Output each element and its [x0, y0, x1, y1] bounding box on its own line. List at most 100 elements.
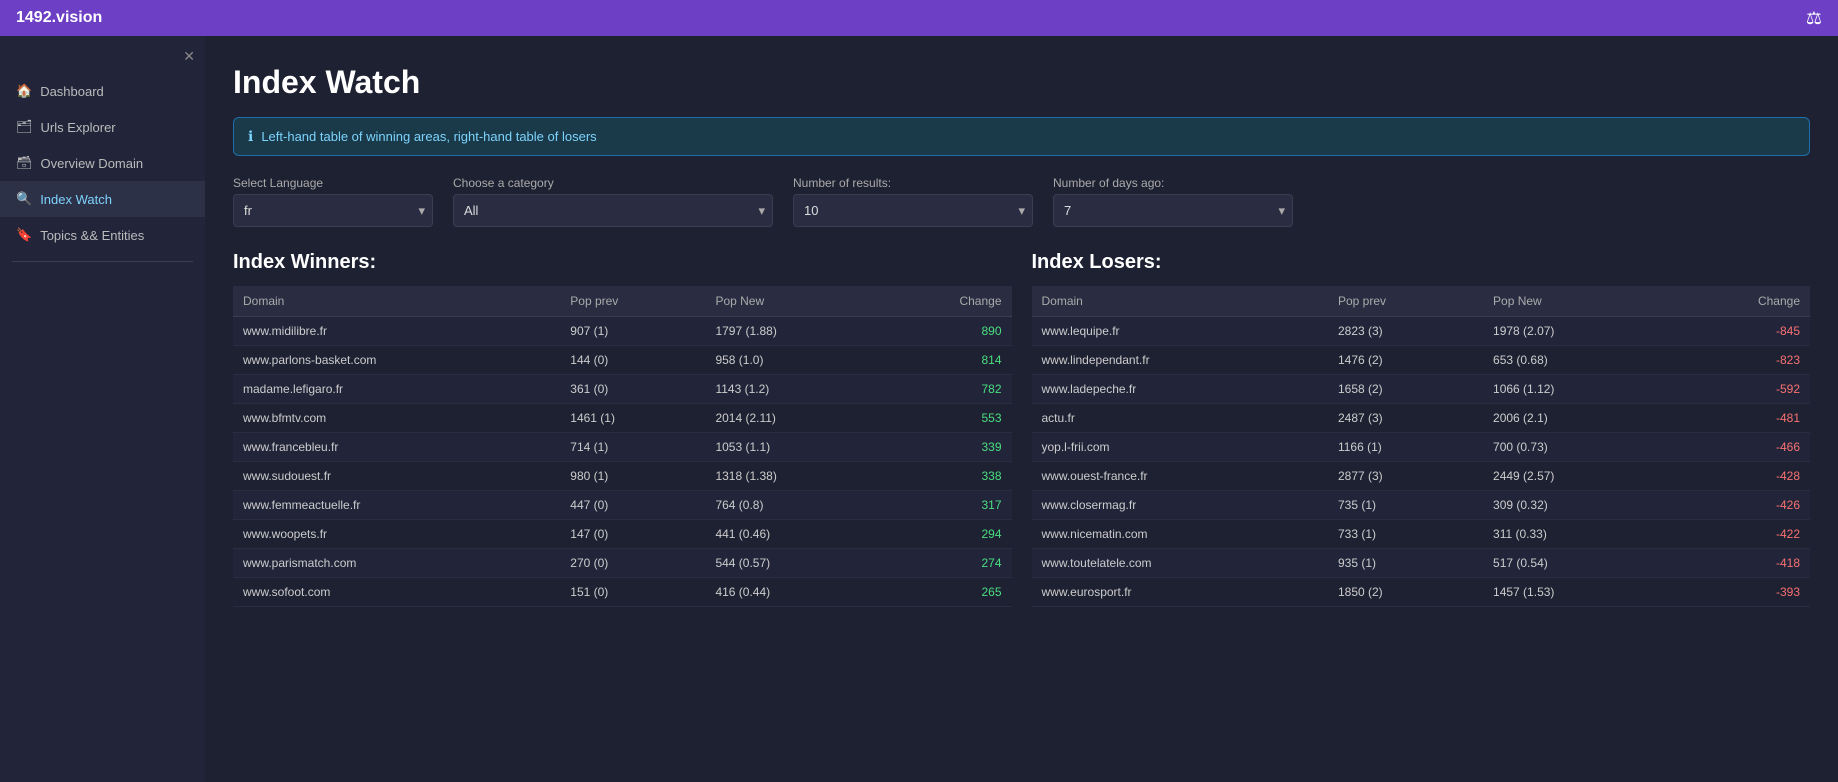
pop-prev-cell: 2823 (3): [1328, 317, 1483, 346]
change-cell: -426: [1669, 491, 1810, 520]
results-select[interactable]: 5102050: [793, 194, 1033, 227]
topbar: 1492.vision ⚖: [0, 0, 1838, 36]
change-cell: 317: [879, 491, 1011, 520]
losers-table: Domain Pop prev Pop New Change www.lequi…: [1032, 286, 1811, 607]
change-cell: 338: [879, 462, 1011, 491]
tables-row: Index Winners: Domain Pop prev Pop New C…: [233, 251, 1810, 607]
table-row: madame.lefigaro.fr 361 (0) 1143 (1.2) 78…: [233, 375, 1012, 404]
losers-col-pop-prev: Pop prev: [1328, 286, 1483, 317]
table-row: www.sudouest.fr 980 (1) 1318 (1.38) 338: [233, 462, 1012, 491]
table-row: www.lequipe.fr 2823 (3) 1978 (2.07) -845: [1032, 317, 1811, 346]
table-row: www.ladepeche.fr 1658 (2) 1066 (1.12) -5…: [1032, 375, 1811, 404]
sidebar-item-dashboard[interactable]: 🏠 Dashboard: [0, 73, 205, 109]
pop-new-cell: 1066 (1.12): [1483, 375, 1669, 404]
brand-logo: 1492.vision: [16, 9, 102, 27]
overview-domain-icon: 🗃: [16, 155, 33, 171]
losers-col-pop-new: Pop New: [1483, 286, 1669, 317]
domain-cell: www.ladepeche.fr: [1032, 375, 1328, 404]
domain-cell: madame.lefigaro.fr: [233, 375, 560, 404]
topics-entities-icon: 🔖: [16, 227, 32, 243]
sidebar-item-index-watch[interactable]: 🔍Index Watch: [0, 181, 205, 217]
domain-cell: yop.l-frii.com: [1032, 433, 1328, 462]
domain-cell: www.eurosport.fr: [1032, 578, 1328, 607]
pop-new-cell: 441 (0.46): [705, 520, 879, 549]
winners-header-row: Domain Pop prev Pop New Change: [233, 286, 1012, 317]
domain-cell: actu.fr: [1032, 404, 1328, 433]
pop-prev-cell: 1461 (1): [560, 404, 705, 433]
domain-cell: www.parismatch.com: [233, 549, 560, 578]
domain-cell: www.lequipe.fr: [1032, 317, 1328, 346]
pop-new-cell: 1318 (1.38): [705, 462, 879, 491]
pop-new-cell: 764 (0.8): [705, 491, 879, 520]
pop-prev-cell: 935 (1): [1328, 549, 1483, 578]
change-cell: -466: [1669, 433, 1810, 462]
winners-col-domain: Domain: [233, 286, 560, 317]
dashboard-icon: 🏠: [16, 83, 32, 99]
losers-header-row: Domain Pop prev Pop New Change: [1032, 286, 1811, 317]
sidebar-item-urls-explorer[interactable]: 🗂Urls Explorer: [0, 109, 205, 145]
losers-col-change: Change: [1669, 286, 1810, 317]
sidebar: ✕ 🏠 Dashboard 🗂Urls Explorer🗃Overview Doma…: [0, 36, 205, 782]
sidebar-item-topics-entities[interactable]: 🔖 Topics && Entities: [0, 217, 205, 253]
change-cell: 890: [879, 317, 1011, 346]
pop-prev-cell: 270 (0): [560, 549, 705, 578]
domain-cell: www.femmeactuelle.fr: [233, 491, 560, 520]
winners-section: Index Winners: Domain Pop prev Pop New C…: [233, 251, 1012, 607]
winners-title: Index Winners:: [233, 251, 1012, 274]
domain-cell: www.woopets.fr: [233, 520, 560, 549]
topics-entities-label: Topics && Entities: [40, 228, 144, 243]
change-cell: 814: [879, 346, 1011, 375]
table-row: www.closermag.fr 735 (1) 309 (0.32) -426: [1032, 491, 1811, 520]
info-icon: ℹ: [248, 128, 253, 145]
winners-table: Domain Pop prev Pop New Change www.midil…: [233, 286, 1012, 607]
main-content: Index Watch ℹ Left-hand table of winning…: [205, 36, 1838, 782]
pop-new-cell: 517 (0.54): [1483, 549, 1669, 578]
language-select[interactable]: frendees: [233, 194, 433, 227]
info-banner: ℹ Left-hand table of winning areas, righ…: [233, 117, 1810, 156]
table-row: www.ouest-france.fr 2877 (3) 2449 (2.57)…: [1032, 462, 1811, 491]
table-row: www.bfmtv.com 1461 (1) 2014 (2.11) 553: [233, 404, 1012, 433]
days-select[interactable]: 1371430: [1053, 194, 1293, 227]
domain-cell: www.closermag.fr: [1032, 491, 1328, 520]
change-cell: -592: [1669, 375, 1810, 404]
pop-new-cell: 1143 (1.2): [705, 375, 879, 404]
results-label: Number of results:: [793, 176, 1033, 190]
pop-prev-cell: 733 (1): [1328, 520, 1483, 549]
table-row: www.femmeactuelle.fr 447 (0) 764 (0.8) 3…: [233, 491, 1012, 520]
sidebar-item-overview-domain[interactable]: 🗃Overview Domain: [0, 145, 205, 181]
language-label: Select Language: [233, 176, 433, 190]
table-row: yop.l-frii.com 1166 (1) 700 (0.73) -466: [1032, 433, 1811, 462]
sidebar-close-button[interactable]: ✕: [183, 48, 195, 65]
pop-prev-cell: 1850 (2): [1328, 578, 1483, 607]
pop-new-cell: 416 (0.44): [705, 578, 879, 607]
pop-new-cell: 2006 (2.1): [1483, 404, 1669, 433]
table-row: www.eurosport.fr 1850 (2) 1457 (1.53) -3…: [1032, 578, 1811, 607]
pop-prev-cell: 1476 (2): [1328, 346, 1483, 375]
pop-new-cell: 1053 (1.1): [705, 433, 879, 462]
dashboard-label: Dashboard: [40, 84, 104, 99]
pop-prev-cell: 980 (1): [560, 462, 705, 491]
table-row: www.francebleu.fr 714 (1) 1053 (1.1) 339: [233, 433, 1012, 462]
winners-col-pop-new: Pop New: [705, 286, 879, 317]
domain-cell: www.parlons-basket.com: [233, 346, 560, 375]
domain-cell: www.francebleu.fr: [233, 433, 560, 462]
table-row: www.parlons-basket.com 144 (0) 958 (1.0)…: [233, 346, 1012, 375]
pop-new-cell: 2014 (2.11): [705, 404, 879, 433]
category-select[interactable]: AllNewsSportsTech: [453, 194, 773, 227]
urls-explorer-label: Urls Explorer: [41, 120, 116, 135]
pop-prev-cell: 2487 (3): [1328, 404, 1483, 433]
change-cell: -418: [1669, 549, 1810, 578]
domain-cell: www.ouest-france.fr: [1032, 462, 1328, 491]
index-watch-icon: 🔍: [16, 191, 32, 207]
pop-new-cell: 311 (0.33): [1483, 520, 1669, 549]
domain-cell: www.toutelatele.com: [1032, 549, 1328, 578]
pop-new-cell: 653 (0.68): [1483, 346, 1669, 375]
pop-new-cell: 1978 (2.07): [1483, 317, 1669, 346]
losers-title: Index Losers:: [1032, 251, 1811, 274]
losers-col-domain: Domain: [1032, 286, 1328, 317]
change-cell: -393: [1669, 578, 1810, 607]
language-filter-group: Select Language frendees: [233, 176, 433, 227]
scale-icon: ⚖: [1806, 8, 1822, 29]
pop-prev-cell: 735 (1): [1328, 491, 1483, 520]
pop-new-cell: 700 (0.73): [1483, 433, 1669, 462]
